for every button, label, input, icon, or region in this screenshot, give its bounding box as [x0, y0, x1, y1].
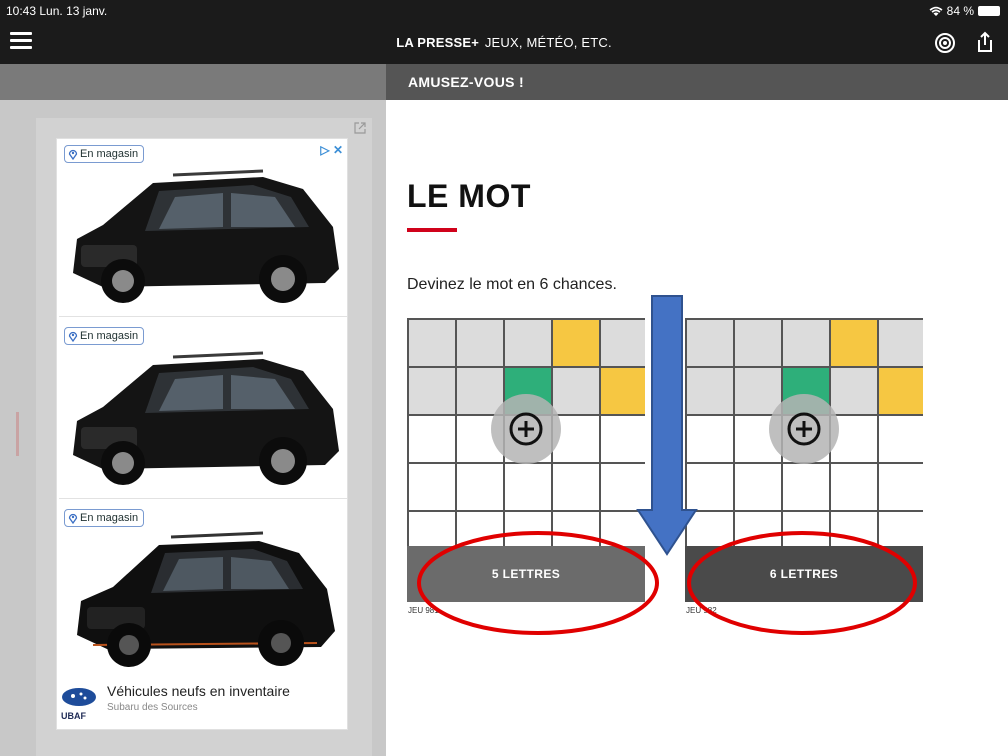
location-pin-icon	[68, 149, 78, 160]
ad-column: En magasin ▷ ✕ En magasin En magasin UBA…	[0, 100, 386, 756]
car-image	[77, 531, 335, 667]
grid-tile	[601, 320, 645, 366]
game-card-6-letters[interactable]: 6 LETTRES	[685, 318, 923, 602]
store-badge-label: En magasin	[80, 330, 139, 342]
store-badge-label: En magasin	[80, 512, 139, 524]
game-card-5-letters[interactable]: 5 LETTRES	[407, 318, 645, 602]
adchoices-icon[interactable]: ▷ ✕	[320, 143, 343, 157]
battery-icon	[978, 6, 1000, 16]
store-badge: En magasin	[64, 509, 145, 527]
grid-tile	[457, 464, 503, 510]
grid-tile	[687, 320, 733, 366]
grid-tile	[879, 368, 923, 414]
ad-headline: Véhicules neufs en inventaire	[107, 683, 290, 699]
game-id-label: JEU 982	[686, 606, 717, 615]
title-underline	[407, 228, 457, 232]
grid-tile	[879, 416, 923, 462]
grid-tile	[457, 368, 503, 414]
grid-tile	[409, 416, 455, 462]
grid-tile	[687, 464, 733, 510]
ad-car-card[interactable]: En magasin	[59, 503, 347, 681]
status-bar: 10:43 Lun. 13 janv. 84 %	[0, 0, 1008, 22]
grid-tile	[735, 368, 781, 414]
grid-tile	[831, 320, 877, 366]
game-description: Devinez le mot en 6 chances.	[407, 276, 617, 293]
grid-tile	[505, 320, 551, 366]
grid-tile	[553, 368, 599, 414]
store-badge: En magasin	[64, 327, 145, 345]
grid-tile	[409, 368, 455, 414]
grid-tile	[831, 368, 877, 414]
add-circle-icon[interactable]	[491, 394, 561, 464]
ad-advertiser: Subaru des Sources	[107, 702, 198, 713]
plus-icon	[787, 412, 821, 446]
external-link-icon[interactable]	[354, 122, 366, 134]
grid-tile	[601, 416, 645, 462]
ad-footer[interactable]: UBAF Véhicules neufs en inventaire Subar…	[57, 673, 347, 729]
grid-tile	[409, 320, 455, 366]
ad-unit[interactable]: En magasin ▷ ✕ En magasin En magasin UBA…	[56, 138, 348, 730]
status-time: 10:43 Lun. 13 janv.	[6, 4, 108, 18]
left-header-strip	[0, 64, 386, 100]
page-title: LE MOT	[407, 178, 531, 214]
grid-tile	[601, 368, 645, 414]
ad-frame: En magasin ▷ ✕ En magasin En magasin UBA…	[36, 118, 372, 756]
play-5-letters-button[interactable]: 5 LETTRES	[407, 546, 645, 602]
section-label: JEUX, MÉTÉO, ETC.	[484, 35, 612, 50]
grid-tile	[879, 320, 923, 366]
grid-tile	[553, 320, 599, 366]
grid-tile	[505, 464, 551, 510]
advertiser-logo-text: UBAF	[61, 711, 86, 721]
add-circle-icon[interactable]	[769, 394, 839, 464]
car-image	[73, 169, 339, 303]
brand-label: LA PRESSE+	[396, 35, 480, 50]
grid-tile	[783, 320, 829, 366]
advertiser-logo: UBAF	[61, 687, 99, 721]
grid-tile	[783, 464, 829, 510]
ad-car-card[interactable]: En magasin	[59, 321, 347, 499]
app-bar: LA PRESSE+ JEUX, MÉTÉO, ETC.	[0, 22, 1008, 64]
grid-tile	[687, 416, 733, 462]
grid-tile	[831, 464, 877, 510]
wifi-icon	[929, 6, 943, 16]
status-right: 84 %	[929, 4, 1000, 18]
battery-percent: 84 %	[946, 4, 974, 18]
ad-car-card[interactable]: En magasin ▷ ✕	[59, 139, 347, 317]
location-pin-icon	[68, 331, 78, 342]
app-title: LA PRESSE+ JEUX, MÉTÉO, ETC.	[0, 35, 1008, 50]
car-image	[73, 351, 339, 485]
scroll-marker	[16, 412, 19, 456]
grid-tile	[409, 464, 455, 510]
grid-tile	[457, 320, 503, 366]
grid-tile	[735, 464, 781, 510]
subaru-logo-icon	[62, 688, 96, 706]
podcast-icon[interactable]	[934, 32, 956, 54]
play-6-letters-button[interactable]: 6 LETTRES	[685, 546, 923, 602]
grid-tile	[601, 464, 645, 510]
grid-tile	[687, 368, 733, 414]
plus-icon	[509, 412, 543, 446]
grid-tile	[553, 464, 599, 510]
section-header: AMUSEZ-VOUS !	[386, 64, 1008, 100]
store-badge-label: En magasin	[80, 148, 139, 160]
grid-tile	[735, 320, 781, 366]
grid-tile	[879, 464, 923, 510]
location-pin-icon	[68, 513, 78, 524]
game-id-label: JEU 981	[408, 606, 439, 615]
share-icon[interactable]	[974, 31, 996, 53]
store-badge: En magasin	[64, 145, 145, 163]
